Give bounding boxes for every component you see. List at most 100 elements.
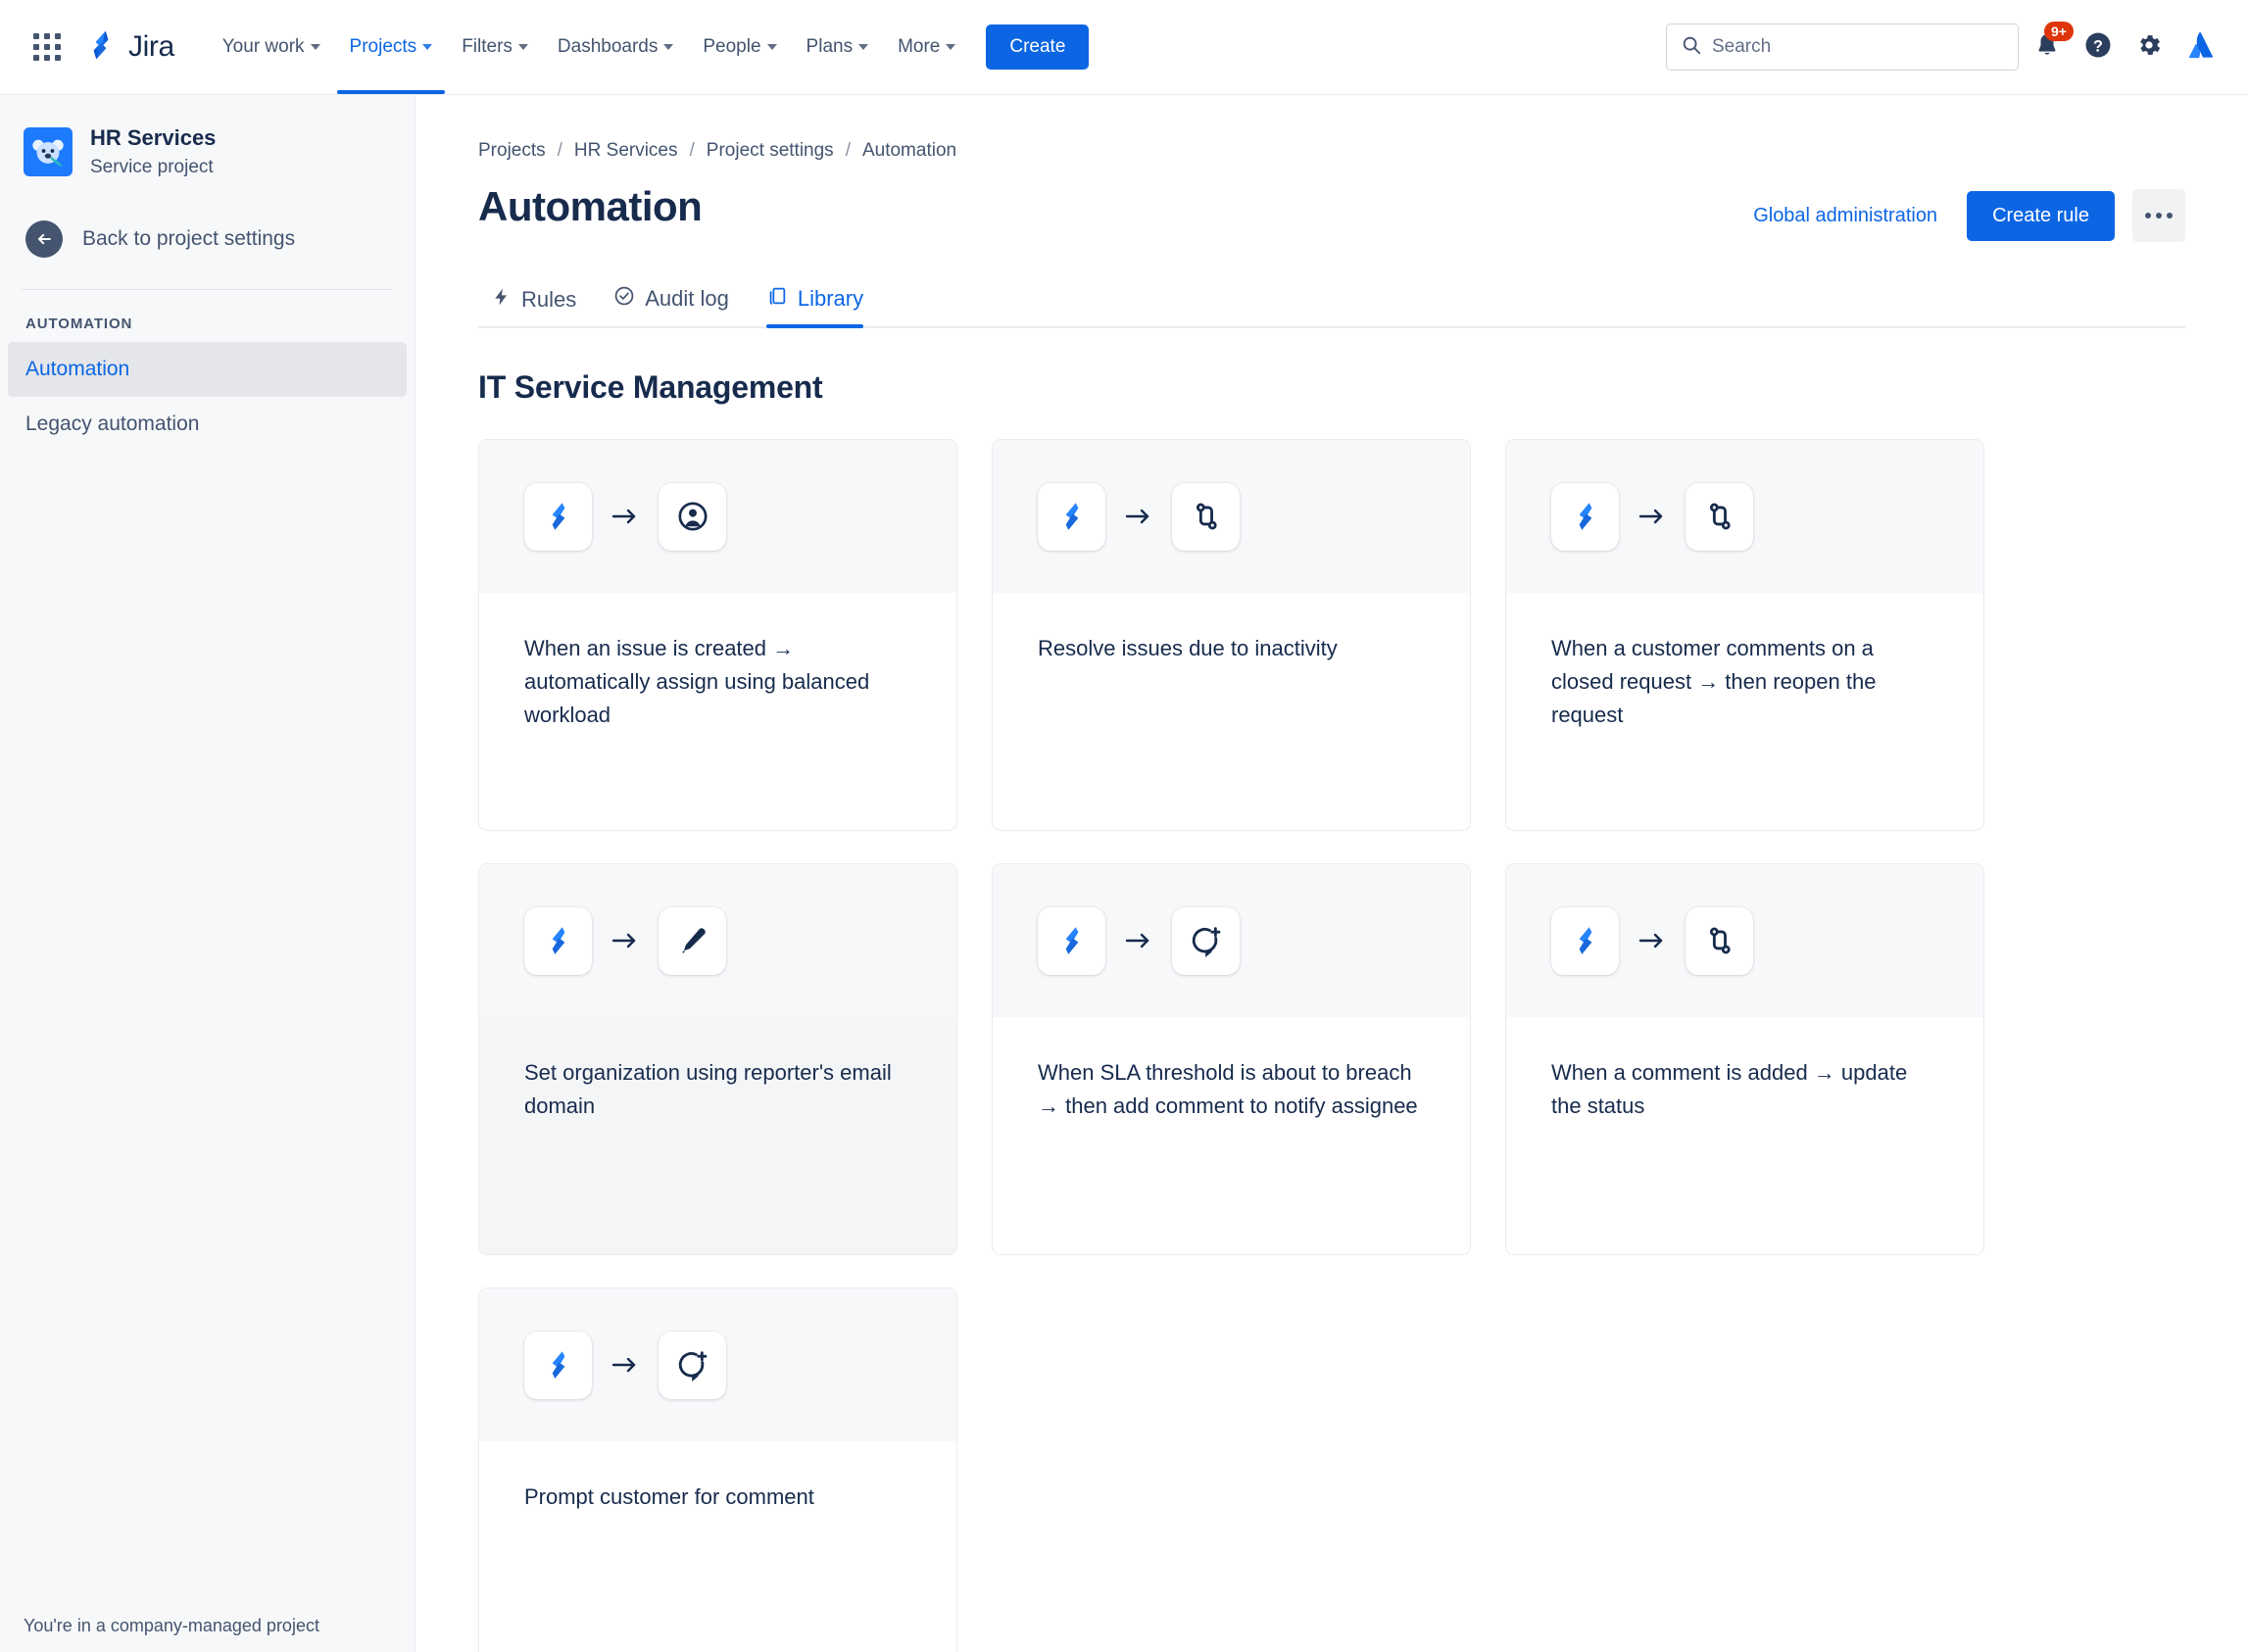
library-section-title: IT Service Management <box>478 369 823 405</box>
help-button[interactable]: ? <box>2076 24 2121 70</box>
jira-lightning-trigger-icon <box>524 1331 592 1399</box>
card-icon-row <box>479 864 956 1017</box>
chevron-down-icon <box>422 44 433 50</box>
notifications-button[interactable]: 9+ <box>2025 22 2074 70</box>
card-icon-row <box>479 1288 956 1441</box>
tab-label: Audit log <box>645 286 729 311</box>
jira-lightning-trigger-icon <box>524 906 592 975</box>
card-body: When a customer comments on a closed req… <box>1506 593 1983 830</box>
sidebar-footer-note: You're in a company-managed project <box>0 1600 415 1652</box>
card-icon-row <box>993 864 1470 1017</box>
page-title: Automation <box>478 183 703 229</box>
tab-library[interactable]: Library <box>753 275 877 328</box>
notification-badge: 9+ <box>2044 22 2074 42</box>
nav-label: Your work <box>221 36 305 57</box>
more-ellipsis-icon <box>2145 213 2173 219</box>
add-comment-icon <box>1172 906 1240 975</box>
breadcrumb-hr-services[interactable]: HR Services <box>574 140 678 162</box>
global-administration-link[interactable]: Global administration <box>1741 195 1949 237</box>
back-to-project-settings-link[interactable]: Back to project settings <box>14 211 401 267</box>
nav-filters[interactable]: Filters <box>449 24 541 70</box>
search-input[interactable] <box>1712 36 2004 58</box>
project-header[interactable]: HR Services Service project <box>0 95 415 189</box>
jira-home-link[interactable]: Jira <box>78 24 180 71</box>
rule-template-card[interactable]: When a customer comments on a closed req… <box>1505 439 1984 831</box>
rule-template-card[interactable]: Set organization using reporter's email … <box>478 863 957 1255</box>
create-rule-button[interactable]: Create rule <box>1967 190 2115 241</box>
nav-label: Filters <box>462 36 513 57</box>
rule-template-text: Resolve issues due to inactivity <box>1038 636 1338 660</box>
nav-label: Projects <box>349 36 417 57</box>
rule-template-card[interactable]: When a comment is added → update the sta… <box>1505 863 1984 1255</box>
more-actions-button[interactable] <box>2132 189 2185 242</box>
nav-projects[interactable]: Projects <box>336 24 446 94</box>
breadcrumb-automation[interactable]: Automation <box>862 140 956 162</box>
arrow-right-icon <box>609 930 642 951</box>
copy-pages-icon <box>766 285 788 313</box>
nav-label: Dashboards <box>557 36 659 57</box>
arrow-right-icon <box>1636 506 1669 527</box>
breadcrumb-projects[interactable]: Projects <box>478 140 546 162</box>
nav-dashboards[interactable]: Dashboards <box>545 24 686 70</box>
breadcrumb-separator: / <box>557 140 562 161</box>
rule-template-text: When a comment is added → update the sta… <box>1551 1060 1908 1119</box>
jira-lightning-trigger-icon <box>1551 906 1619 975</box>
settings-button[interactable] <box>2126 24 2172 70</box>
arrow-right-icon <box>1122 930 1155 951</box>
sidebar-item-label: Legacy automation <box>25 413 200 436</box>
card-body: Set organization using reporter's email … <box>479 1017 956 1254</box>
chevron-down-icon <box>310 44 320 50</box>
card-body: When an issue is created → automatically… <box>479 593 956 830</box>
arrow-right-icon <box>609 1354 642 1376</box>
create-button[interactable]: Create <box>986 24 1090 70</box>
app-switcher-grid-icon <box>33 33 61 61</box>
rule-template-text: Set organization using reporter's email … <box>524 1060 892 1119</box>
rule-template-card[interactable]: Prompt customer for comment <box>478 1288 957 1652</box>
rule-template-card[interactable]: When an issue is created → automatically… <box>478 439 957 831</box>
rule-template-card[interactable]: When SLA threshold is about to breach → … <box>992 863 1471 1255</box>
transition-workflow-icon <box>1172 482 1240 551</box>
nav-label: People <box>703 36 761 57</box>
rule-template-text: When SLA threshold is about to breach → … <box>1038 1060 1418 1119</box>
tab-label: Library <box>797 286 864 311</box>
project-sidebar: HR Services Service project Back to proj… <box>0 95 415 1652</box>
assignee-person-icon <box>659 482 726 551</box>
sidebar-item-legacy-automation[interactable]: Legacy automation <box>8 397 407 452</box>
main-content: Projects / HR Services / Project setting… <box>415 95 2248 1652</box>
nav-plans[interactable]: Plans <box>794 24 882 70</box>
koala-project-avatar-icon <box>24 127 73 177</box>
help-circle-icon: ? <box>2083 30 2113 65</box>
app-switcher-button[interactable] <box>25 25 69 69</box>
card-body: Resolve issues due to inactivity <box>993 593 1470 830</box>
card-icon-row <box>1506 864 1983 1017</box>
nav-label: More <box>898 36 941 57</box>
breadcrumb-project-settings[interactable]: Project settings <box>707 140 834 162</box>
card-body: When a comment is added → update the sta… <box>1506 1017 1983 1254</box>
tab-audit-log[interactable]: Audit log <box>600 275 743 326</box>
top-navigation-bar: Jira Your work Projects Filters Dashboar… <box>0 0 2248 95</box>
project-name: HR Services <box>90 125 217 150</box>
nav-more[interactable]: More <box>885 24 968 70</box>
nav-your-work[interactable]: Your work <box>210 24 333 70</box>
automation-tabs: Rules Audit log Library <box>478 275 2185 328</box>
breadcrumb: Projects / HR Services / Project setting… <box>478 95 2185 162</box>
sidebar-item-automation[interactable]: Automation <box>8 342 407 398</box>
transition-workflow-icon <box>1686 906 1753 975</box>
profile-avatar[interactable] <box>2177 24 2223 70</box>
card-icon-row <box>1506 440 1983 593</box>
add-comment-icon <box>659 1331 726 1399</box>
primary-nav-items: Your work Projects Filters Dashboards Pe… <box>210 0 969 94</box>
arrow-right-icon <box>609 506 642 527</box>
search-box[interactable] <box>1666 24 2019 71</box>
rule-template-card[interactable]: Resolve issues due to inactivity <box>992 439 1471 831</box>
chevron-down-icon <box>517 44 528 50</box>
jira-wordmark: Jira <box>128 30 174 63</box>
jira-lightning-trigger-icon <box>1038 482 1105 551</box>
jira-lightning-trigger-icon <box>1551 482 1619 551</box>
project-type: Service project <box>90 156 214 177</box>
topnav-right-actions: 9+ ? <box>1666 22 2223 71</box>
card-icon-row <box>479 440 956 593</box>
tab-rules[interactable]: Rules <box>478 277 590 326</box>
nav-people[interactable]: People <box>690 24 789 70</box>
jira-lightning-trigger-icon <box>1038 906 1105 975</box>
